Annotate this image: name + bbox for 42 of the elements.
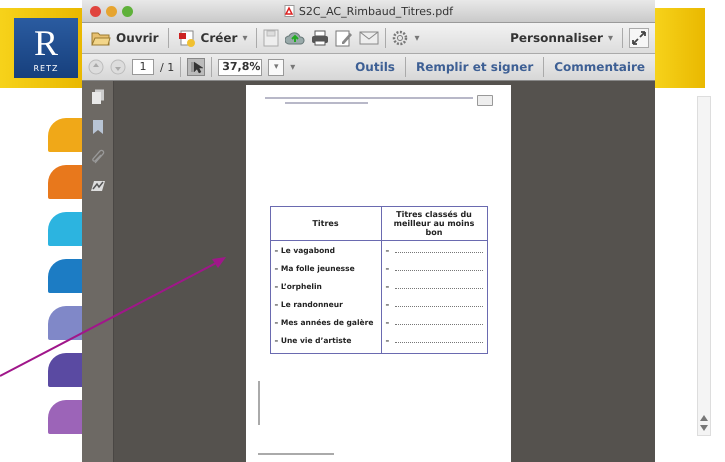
mail-icon[interactable] bbox=[359, 31, 380, 45]
window-title: S2C_AC_Rimbaud_Titres.pdf bbox=[298, 4, 454, 18]
side-tab[interactable] bbox=[48, 259, 82, 293]
logo: R RETZ bbox=[14, 18, 78, 78]
menu-caret[interactable]: ▾ bbox=[414, 32, 420, 44]
expand-icon[interactable] bbox=[629, 28, 649, 48]
select-tool-icon[interactable] bbox=[187, 58, 206, 76]
pages-icon[interactable] bbox=[90, 89, 104, 105]
scroll-down-icon[interactable] bbox=[700, 425, 708, 431]
menu-caret[interactable]: ▾ bbox=[290, 62, 296, 72]
edit-icon[interactable] bbox=[335, 29, 354, 47]
side-tab[interactable] bbox=[48, 353, 82, 387]
zoom-dropdown[interactable]: ▾ bbox=[268, 58, 284, 76]
save-icon[interactable] bbox=[263, 29, 280, 47]
stamp-box bbox=[476, 95, 492, 106]
cloud-icon[interactable] bbox=[285, 30, 306, 46]
signature-icon[interactable] bbox=[90, 179, 106, 193]
side-tab[interactable] bbox=[48, 165, 82, 199]
folder-icon bbox=[91, 30, 111, 46]
zoom-field[interactable]: 37,8% bbox=[218, 58, 262, 76]
bookmark-icon[interactable] bbox=[92, 119, 104, 135]
side-tab[interactable] bbox=[48, 306, 82, 340]
page-field[interactable]: 1 bbox=[132, 59, 154, 75]
side-tab[interactable] bbox=[48, 400, 82, 434]
panel-link[interactable]: Remplir et signer bbox=[412, 60, 538, 74]
panel-link[interactable]: Commentaire bbox=[550, 60, 649, 74]
create-button[interactable]: Créer ▾ bbox=[174, 27, 250, 49]
paperclip-icon[interactable] bbox=[90, 149, 104, 165]
column-header: Titres classés du meilleur au moins bon bbox=[381, 206, 487, 240]
panel-link[interactable]: Outils bbox=[351, 60, 399, 74]
scroll-up-icon[interactable] bbox=[700, 415, 708, 421]
column-header: Titres bbox=[270, 206, 381, 240]
close-button[interactable] bbox=[90, 6, 101, 16]
print-icon[interactable] bbox=[311, 30, 330, 46]
zoom-button[interactable] bbox=[122, 6, 133, 16]
settings-icon[interactable] bbox=[392, 30, 408, 46]
pdf-icon bbox=[284, 5, 295, 17]
customize-button[interactable]: Personnaliser ▾ bbox=[507, 29, 616, 47]
scroll-bar[interactable] bbox=[697, 96, 711, 436]
open-button[interactable]: Ouvrir bbox=[88, 28, 162, 48]
page-total: / 1 bbox=[160, 60, 174, 74]
document-icon bbox=[178, 29, 196, 47]
